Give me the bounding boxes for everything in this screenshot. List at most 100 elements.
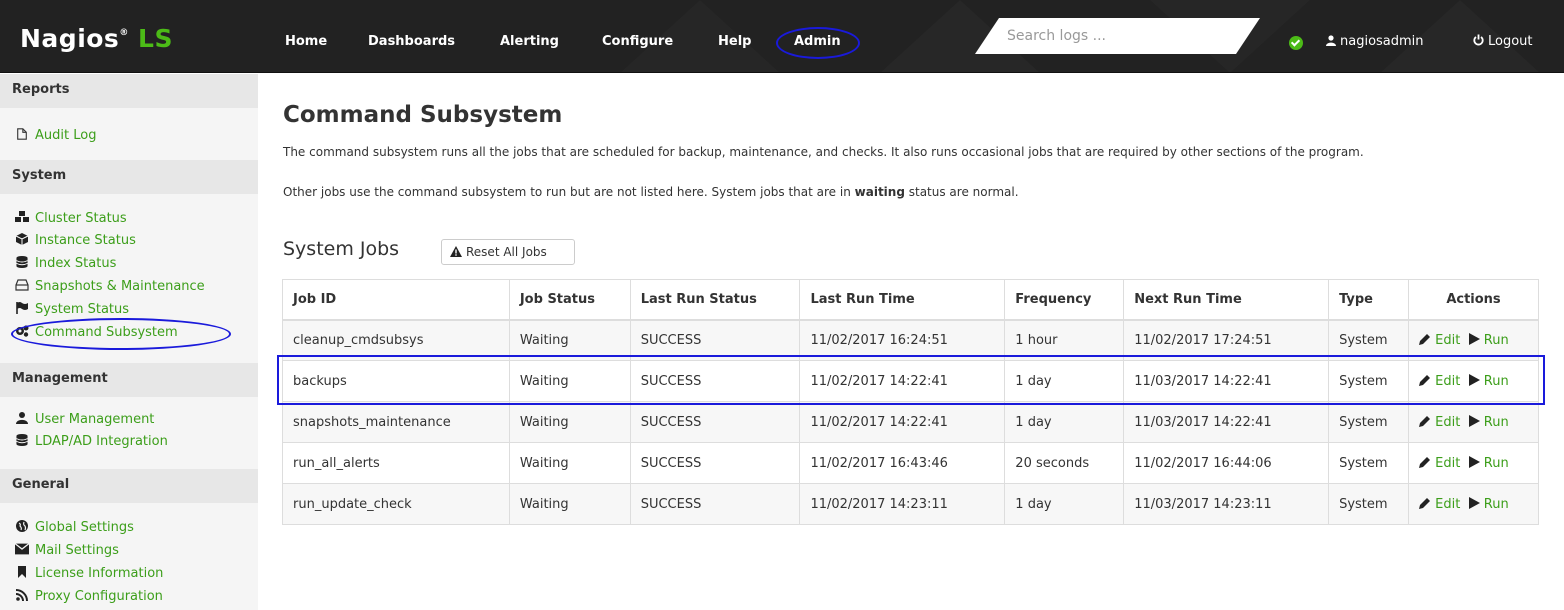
envelope-icon [15,543,29,555]
user-menu[interactable]: nagiosadmin [1326,34,1424,49]
sidebar-item-snapshots-maintenance[interactable]: Snapshots & Maintenance [15,279,205,294]
play-icon [1468,332,1480,345]
table-cell: run_all_alerts [282,442,510,484]
reset-all-jobs-button[interactable]: Reset All Jobs [441,239,575,265]
nav-home[interactable]: Home [285,34,327,49]
table-cell-actions: Edit Run [1408,360,1539,402]
search-input[interactable] [1007,26,1227,46]
warning-icon [450,246,462,257]
edit-job-link[interactable]: Edit [1419,333,1460,348]
sidebar-item-label: License Information [35,566,164,581]
play-icon [1468,414,1480,427]
table-cell-actions: Edit Run [1408,483,1539,525]
run-label: Run [1483,332,1509,348]
edit-job-link[interactable]: Edit [1419,456,1460,471]
pencil-icon [1419,415,1431,427]
section-title-system-jobs: System Jobs [283,238,400,260]
column-header: Last Run Status [629,279,801,321]
sidebar-item-label: Cluster Status [35,211,127,226]
sidebar-item-label: Index Status [35,256,117,271]
play-icon [1468,496,1480,509]
table-row: snapshots_maintenance Waiting SUCCESS 11/02… [282,401,1539,443]
cube-icon [15,233,29,245]
sidebar-item-global-settings[interactable]: Global Settings [15,520,134,535]
table-cell: 1 day [1004,483,1125,525]
sidebar-item-instance-status[interactable]: Instance Status [15,233,136,248]
table-cell-actions: Edit Run [1408,401,1539,443]
run-job-link[interactable]: Run [1468,455,1509,471]
run-label: Run [1483,455,1509,471]
table-cell: 11/02/2017 16:44:06 [1123,442,1330,484]
column-header: Job ID [282,279,510,321]
table-cell: System [1328,483,1410,525]
pencil-icon [1419,497,1431,509]
power-icon [1473,34,1484,46]
table-cell: run_update_check [282,483,510,525]
table-cell: 1 hour [1004,319,1125,361]
edit-label: Edit [1435,332,1461,348]
sidebar-item-ldap-ad-integration[interactable]: LDAP/AD Integration [15,434,168,449]
sidebar-item-audit-log[interactable]: Audit Log [15,128,96,143]
nav-dashboards[interactable]: Dashboards [368,34,455,49]
edit-job-link[interactable]: Edit [1419,497,1460,512]
search-box[interactable] [975,18,1260,54]
table-cell: Waiting [508,360,631,402]
run-job-link[interactable]: Run [1468,373,1509,389]
sidebar-item-system-status[interactable]: System Status [15,302,129,317]
system-ok-icon[interactable] [1289,36,1303,50]
sidebar-item-mail-settings[interactable]: Mail Settings [15,543,119,558]
note-text-end: status are normal. [904,185,1019,199]
edit-job-link[interactable]: Edit [1419,415,1460,430]
column-header: Job Status [508,279,631,321]
pencil-icon [1419,333,1431,345]
command-subsystem-annotation-circle [11,318,231,350]
sidebar-item-license-information[interactable]: License Information [15,566,163,581]
sidebar-item-user-management[interactable]: User Management [15,412,154,427]
admin-annotation-circle [776,27,860,59]
table-cell: 11/02/2017 17:24:51 [1123,319,1330,361]
sidebar-item-proxy-configuration[interactable]: Proxy Configuration [15,589,163,604]
nav-configure[interactable]: Configure [602,34,673,49]
run-job-link[interactable]: Run [1468,332,1509,348]
nav-alerting[interactable]: Alerting [500,34,559,49]
table-cell: System [1328,401,1410,443]
table-row: cleanup_cmdsubsys Waiting SUCCESS 11/02/201… [282,319,1539,361]
sidebar-item-label: Global Settings [35,520,134,535]
table-cell: SUCCESS [629,360,801,402]
brand-registered-mark: ® [119,28,129,38]
reset-all-jobs-label: Reset All Jobs [466,245,547,259]
table-cell: Waiting [508,319,631,361]
run-label: Run [1483,373,1509,389]
brand-logo[interactable]: Nagios® LS [20,24,173,53]
nav-help[interactable]: Help [718,34,751,49]
run-job-link[interactable]: Run [1468,496,1509,512]
edit-job-link[interactable]: Edit [1419,374,1460,389]
logout-label: Logout [1488,34,1533,49]
edit-label: Edit [1435,496,1461,512]
run-job-link[interactable]: Run [1468,414,1509,430]
table-cell: Waiting [508,401,631,443]
column-header: Actions [1408,279,1539,321]
run-label: Run [1483,414,1509,430]
database-icon [16,256,28,268]
table-cell: 1 day [1004,360,1125,402]
table-cell: System [1328,319,1410,361]
top-navbar: Nagios® LS Home Dashboards Alerting Conf… [0,0,1564,73]
sidebar-item-cluster-status[interactable]: Cluster Status [15,211,127,226]
table-cell: 11/02/2017 14:23:11 [799,483,1006,525]
table-cell-actions: Edit Run [1408,319,1539,361]
page-description-note: Other jobs use the command subsystem to … [283,184,1533,200]
note-text-bold: waiting [854,185,905,199]
table-cell: 11/03/2017 14:22:41 [1123,360,1330,402]
logout-link[interactable]: Logout [1473,34,1533,49]
sidebar-item-label: Proxy Configuration [35,589,163,604]
sidebar-item-label: Snapshots & Maintenance [35,279,205,294]
sidebar-item-label: Audit Log [35,128,97,143]
hdd-icon [15,279,29,291]
sidebar-item-index-status[interactable]: Index Status [15,256,116,271]
run-label: Run [1483,496,1509,512]
table-cell: 11/03/2017 14:23:11 [1123,483,1330,525]
table-cell: SUCCESS [629,319,801,361]
table-cell: 11/03/2017 14:22:41 [1123,401,1330,443]
table-cell: 11/02/2017 14:22:41 [799,401,1006,443]
